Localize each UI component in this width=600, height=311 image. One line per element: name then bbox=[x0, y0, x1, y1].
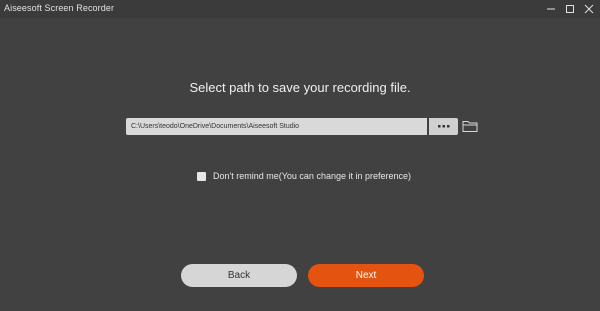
dont-remind-checkbox[interactable] bbox=[197, 172, 206, 181]
close-button[interactable] bbox=[578, 0, 600, 18]
next-button[interactable]: Next bbox=[308, 264, 424, 287]
page-heading: Select path to save your recording file. bbox=[189, 80, 411, 95]
browse-path-button[interactable] bbox=[429, 118, 458, 135]
save-path-field[interactable]: C:\Users\teodo\OneDrive\Documents\Aisees… bbox=[126, 118, 427, 135]
folder-icon bbox=[462, 121, 478, 132]
more-dots-icon bbox=[438, 125, 450, 128]
dont-remind-label[interactable]: Don't remind me(You can change it in pre… bbox=[213, 171, 411, 181]
app-window: Aiseesoft Screen Recorder Select path to… bbox=[0, 0, 600, 311]
window-title: Aiseesoft Screen Recorder bbox=[4, 3, 115, 13]
back-button[interactable]: Back bbox=[181, 264, 297, 287]
title-bar: Aiseesoft Screen Recorder bbox=[0, 0, 600, 18]
close-icon bbox=[584, 4, 594, 14]
open-folder-button[interactable] bbox=[462, 119, 478, 133]
